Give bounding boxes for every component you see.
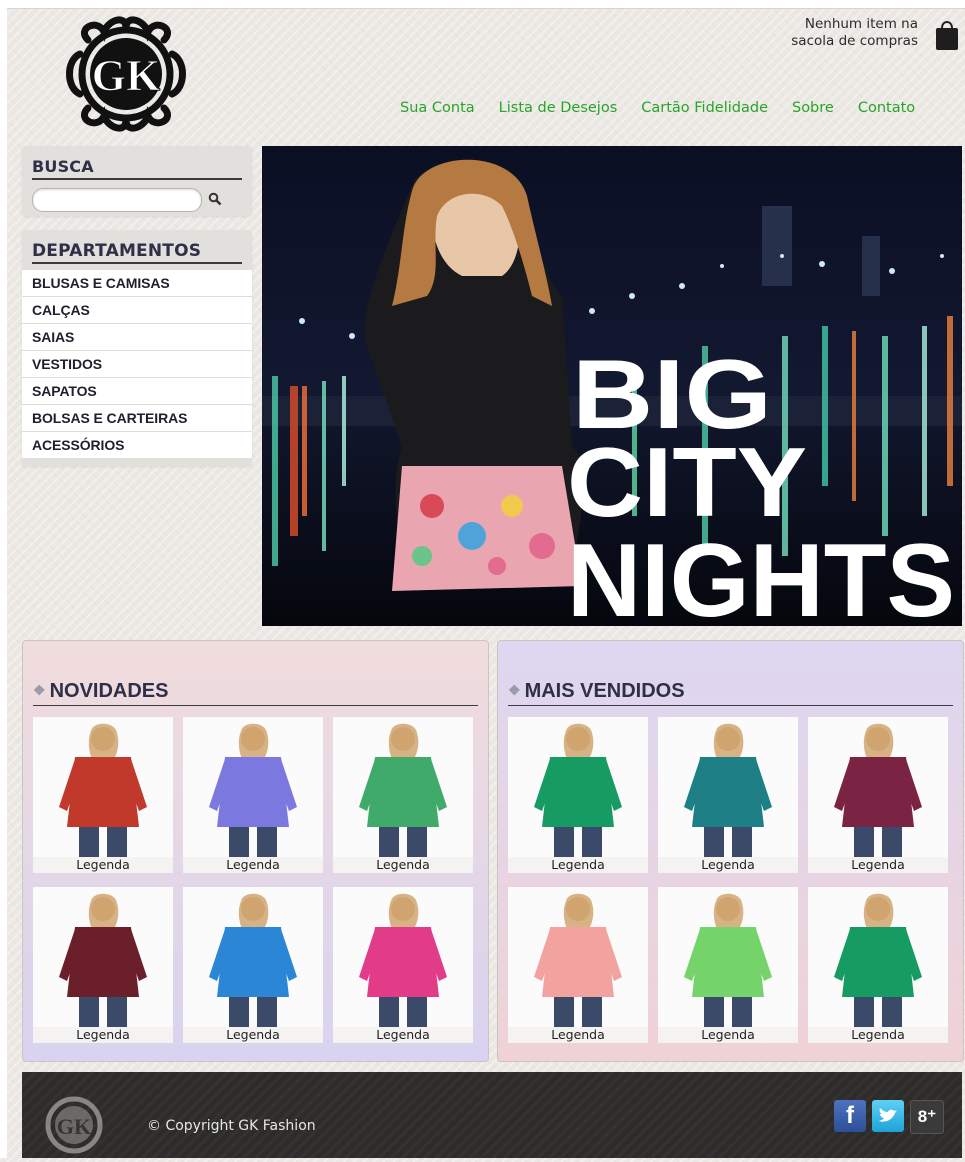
mais-vendidos-product-card[interactable]: Legenda <box>808 887 948 1043</box>
department-saias[interactable]: SAIAS <box>22 324 252 351</box>
product-image[interactable] <box>183 887 323 1027</box>
nav-contato[interactable]: Contato <box>858 100 915 116</box>
mais-vendidos-product-card[interactable]: Legenda <box>508 717 648 873</box>
novidades-product-card[interactable]: Legenda <box>183 887 323 1043</box>
mais-vendidos-product-card[interactable]: Legenda <box>658 887 798 1043</box>
mais-vendidos-product-card[interactable]: Legenda <box>658 717 798 873</box>
page-left-border <box>0 0 7 1158</box>
departments-title: DEPARTAMENTOS <box>32 240 242 264</box>
novidades-product-card[interactable]: Legenda <box>33 717 173 873</box>
google-plus-icon[interactable]: 8⁺ <box>910 1100 944 1134</box>
search-input[interactable] <box>32 188 202 212</box>
diamond-icon: ❖ <box>508 682 521 698</box>
product-image[interactable] <box>33 887 173 1027</box>
novidades-heading: ❖ NOVIDADES <box>33 677 478 706</box>
novidades-product-card[interactable]: Legenda <box>183 717 323 873</box>
product-image[interactable] <box>33 717 173 857</box>
hero-banner[interactable]: BIG CITY NIGHTS <box>262 146 962 626</box>
product-image[interactable] <box>508 717 648 857</box>
facebook-icon[interactable]: f <box>834 1100 866 1132</box>
department-acessorios[interactable]: ACESSÓRIOS <box>22 432 252 458</box>
product-image[interactable] <box>183 717 323 857</box>
novidades-product-card[interactable]: Legenda <box>333 887 473 1043</box>
search-icon[interactable] <box>208 191 222 206</box>
footer-logo: GK <box>42 1092 106 1158</box>
nav-lista-de-desejos[interactable]: Lista de Desejos <box>499 100 618 116</box>
product-caption: Legenda <box>808 857 948 873</box>
svg-text:GK: GK <box>57 1114 91 1139</box>
departments-box: DEPARTAMENTOS BLUSAS E CAMISAS CALÇAS SA… <box>22 230 252 466</box>
department-vestidos[interactable]: VESTIDOS <box>22 351 252 378</box>
product-caption: Legenda <box>808 1027 948 1043</box>
product-caption: Legenda <box>333 857 473 873</box>
department-bolsas-e-carteiras[interactable]: BOLSAS E CARTEIRAS <box>22 405 252 432</box>
mais-vendidos-product-card[interactable]: Legenda <box>808 717 948 873</box>
departments-list: BLUSAS E CAMISAS CALÇAS SAIAS VESTIDOS S… <box>22 270 252 458</box>
product-caption: Legenda <box>333 1027 473 1043</box>
novidades-product-card[interactable]: Legenda <box>33 887 173 1043</box>
department-blusas-e-camisas[interactable]: BLUSAS E CAMISAS <box>22 270 252 297</box>
nav-sobre[interactable]: Sobre <box>792 100 834 116</box>
mais-vendidos-product-card[interactable]: Legenda <box>508 887 648 1043</box>
diamond-icon: ❖ <box>33 682 46 698</box>
logo-text: GK <box>92 51 160 100</box>
product-image[interactable] <box>658 717 798 857</box>
search-box: BUSCA <box>22 146 252 216</box>
product-image[interactable] <box>808 887 948 1027</box>
product-caption: Legenda <box>33 1027 173 1043</box>
mais-vendidos-heading: ❖ MAIS VENDIDOS <box>508 677 953 706</box>
hero-line-2: CITY <box>567 427 807 537</box>
product-caption: Legenda <box>508 857 648 873</box>
page-top-border <box>0 0 965 9</box>
product-image[interactable] <box>808 717 948 857</box>
copyright-text: © Copyright GK Fashion <box>147 1118 316 1134</box>
product-caption: Legenda <box>658 1027 798 1043</box>
product-caption: Legenda <box>33 857 173 873</box>
product-image[interactable] <box>658 887 798 1027</box>
nav-cartao-fidelidade[interactable]: Cartão Fidelidade <box>641 100 768 116</box>
product-caption: Legenda <box>658 857 798 873</box>
nav-sua-conta[interactable]: Sua Conta <box>400 100 475 116</box>
hero-line-3: NIGHTS <box>567 523 955 626</box>
shopping-bag-icon[interactable] <box>934 18 960 52</box>
product-image[interactable] <box>508 887 648 1027</box>
novidades-product-card[interactable]: Legenda <box>333 717 473 873</box>
product-image[interactable] <box>333 717 473 857</box>
footer: GK © Copyright GK Fashion f 8⁺ <box>22 1072 962 1158</box>
department-calcas[interactable]: CALÇAS <box>22 297 252 324</box>
cart-status: Nenhum item na sacola de compras <box>791 16 918 49</box>
gk-logo[interactable]: GK <box>58 10 194 138</box>
product-caption: Legenda <box>508 1027 648 1043</box>
product-caption: Legenda <box>183 857 323 873</box>
novidades-panel: ❖ NOVIDADES Legenda Legenda Legenda Legenda L… <box>22 640 489 1062</box>
product-image[interactable] <box>333 887 473 1027</box>
product-caption: Legenda <box>183 1027 323 1043</box>
department-sapatos[interactable]: SAPATOS <box>22 378 252 405</box>
top-navigation: Sua Conta Lista de Desejos Cartão Fideli… <box>400 100 915 116</box>
mais-vendidos-panel: ❖ MAIS VENDIDOS Legenda Legenda Legenda Lege… <box>497 640 964 1062</box>
twitter-icon[interactable] <box>872 1100 904 1132</box>
search-title: BUSCA <box>32 156 242 180</box>
